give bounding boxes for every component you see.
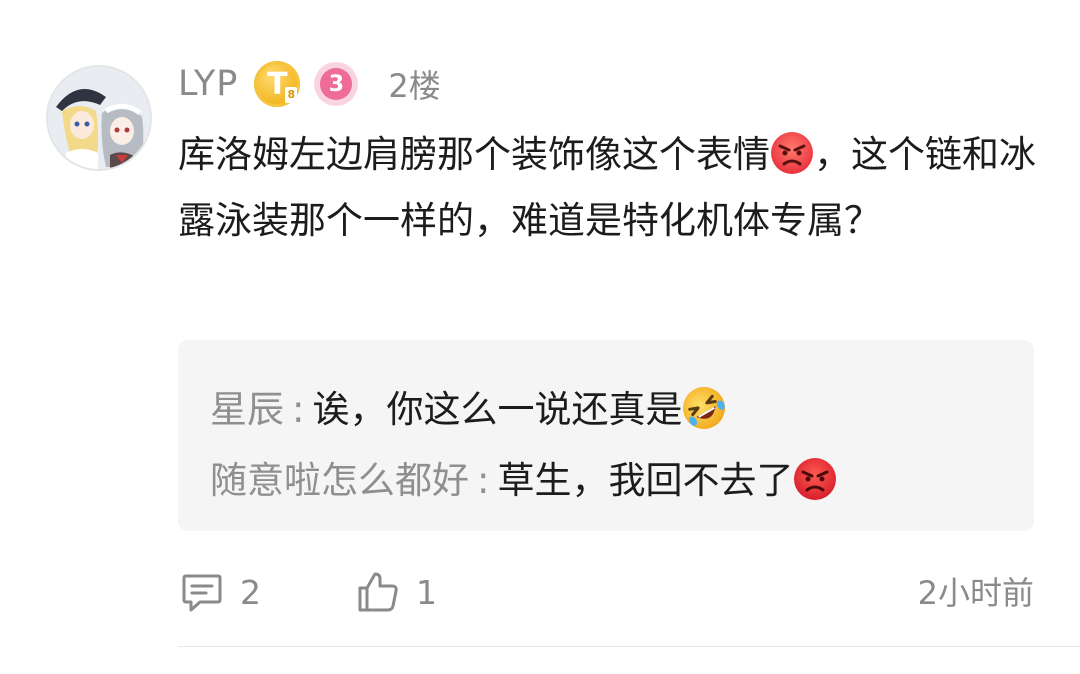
reply-item[interactable]: 随意啦怎么都好: 草生，我回不去了 — [210, 445, 1034, 516]
reply-text: 草生，我回不去了 — [497, 459, 794, 502]
like-count: 1 — [416, 572, 437, 612]
badge-3-text: 3 — [320, 68, 353, 100]
reply-separator: : — [292, 388, 305, 431]
reply-username[interactable]: 星辰 — [210, 388, 284, 431]
reply-separator: : — [477, 459, 490, 502]
angry-face-emoji — [794, 458, 837, 500]
username[interactable]: LYP — [178, 64, 238, 104]
comment-icon — [182, 574, 222, 612]
rofl-emoji — [683, 387, 726, 429]
reply-item[interactable]: 星辰: 诶，你这么一说还真是 — [210, 374, 1034, 445]
floor-number: 2楼 — [388, 67, 441, 105]
reply-text: 诶，你这么一说还真是 — [312, 388, 683, 431]
like-button[interactable]: 1 — [354, 568, 437, 616]
comment-body[interactable]: 库洛姆左边肩膀那个装饰像这个表情 ，这个链和冰露泳装那个一样的，难道是特化机体专… — [178, 122, 1040, 254]
comment-footer: 2 1 2小时前 — [178, 560, 1034, 620]
badge-level: 8 — [285, 87, 298, 103]
comment-count: 2 — [240, 572, 261, 612]
comment-button[interactable]: 2 — [178, 568, 261, 616]
gold-t-badge-icon[interactable]: T 8 — [254, 61, 301, 107]
pink-3-badge-icon[interactable]: 3 — [314, 62, 359, 106]
thumbs-up-icon — [358, 572, 398, 612]
comment-text-part1: 库洛姆左边肩膀那个装饰像这个表情 — [178, 133, 770, 176]
comment-header: LYP T 8 3 2楼 — [178, 58, 441, 110]
reply-username[interactable]: 随意啦怎么都好 — [210, 459, 469, 502]
post-time: 2小时前 — [917, 574, 1034, 612]
avatar[interactable] — [46, 65, 152, 171]
angry-face-emoji — [771, 132, 813, 174]
divider — [178, 646, 1080, 647]
reply-preview-box[interactable]: 星辰: 诶，你这么一说还真是 随意啦怎么都好: 草生，我回不去了 — [178, 340, 1034, 531]
